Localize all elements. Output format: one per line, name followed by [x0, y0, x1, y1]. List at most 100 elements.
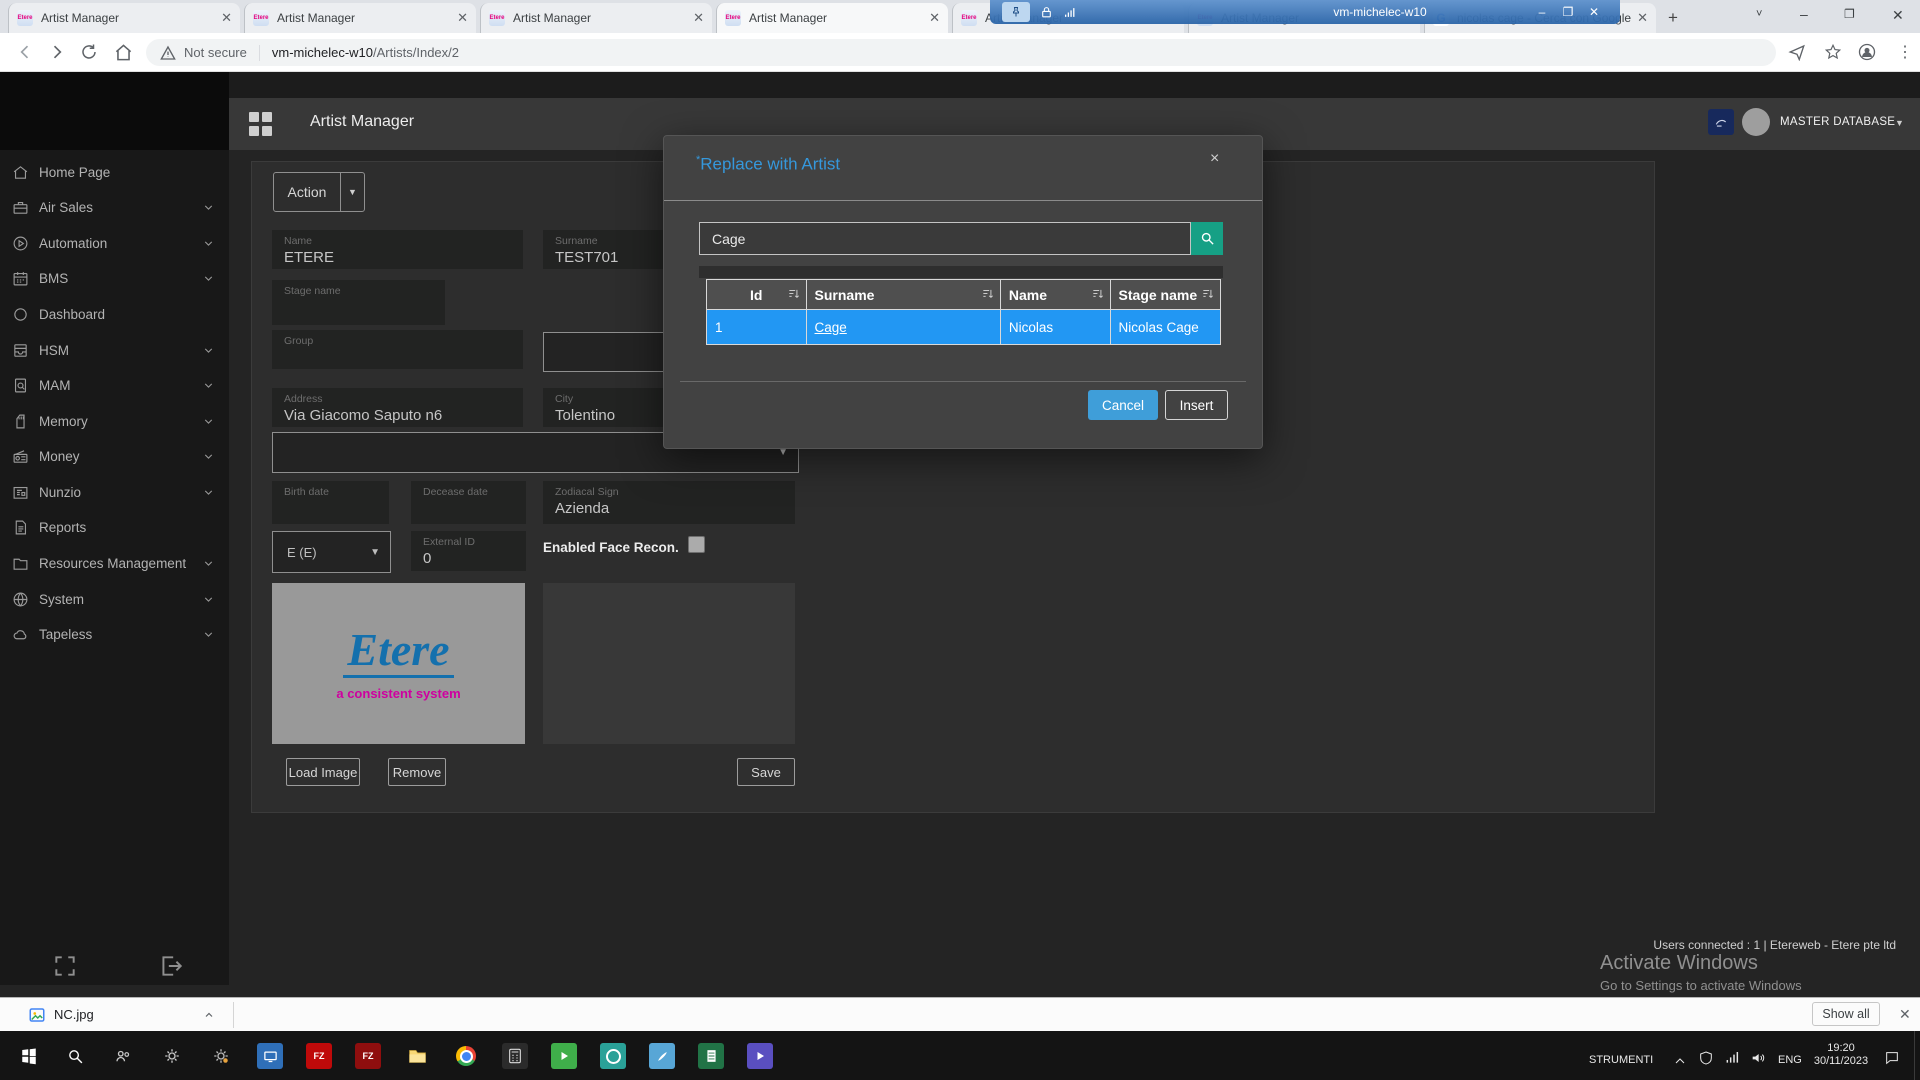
column-header-surname[interactable]: Surname — [806, 280, 1000, 310]
letter-select[interactable]: E (E) ▼ — [272, 531, 391, 573]
database-selector-label[interactable]: MASTER DATABASE — [1780, 116, 1895, 128]
profile-avatar-icon[interactable] — [1856, 41, 1878, 63]
taskbar-people-icon[interactable] — [110, 1043, 136, 1069]
tab-close-icon[interactable]: ✕ — [929, 10, 940, 26]
search-button[interactable] — [1191, 222, 1223, 255]
group-field[interactable]: Group — [272, 330, 523, 369]
url-host[interactable]: vm-michelec-w10 — [272, 45, 373, 60]
action-button-label[interactable]: Action — [274, 173, 340, 211]
sidebar-item-home-page[interactable]: Home Page — [0, 157, 229, 187]
load-image-button[interactable]: Load Image — [286, 758, 360, 786]
send-to-device-icon[interactable] — [1786, 41, 1808, 63]
tray-language-label[interactable]: ENG — [1778, 1054, 1802, 1066]
forward-button[interactable] — [46, 41, 68, 63]
tray-shield-icon[interactable] — [1698, 1050, 1714, 1066]
tab-close-icon[interactable]: ✕ — [457, 10, 468, 26]
browser-tab-2[interactable]: Etere Artist Manager ✕ — [244, 3, 476, 33]
tab-search-chevron-icon[interactable]: ˅ — [1756, 8, 1762, 20]
artist-search-input[interactable]: Cage — [699, 222, 1191, 255]
taskbar-app-teal-icon[interactable] — [600, 1043, 626, 1069]
taskbar-calculator-icon[interactable] — [502, 1043, 528, 1069]
taskbar-file-explorer-icon[interactable] — [404, 1043, 430, 1069]
external-id-field[interactable]: External ID 0 — [411, 531, 526, 571]
browser-tab-4-active[interactable]: Etere Artist Manager ✕ — [716, 3, 948, 33]
dialog-close-icon[interactable]: × — [1210, 150, 1219, 168]
tab-close-icon[interactable]: ✕ — [1637, 10, 1648, 26]
taskbar-settings-icon[interactable] — [159, 1043, 185, 1069]
home-button[interactable] — [112, 41, 134, 63]
sidebar-item-dashboard[interactable]: Dashboard — [0, 299, 229, 329]
app-grid-icon[interactable] — [249, 112, 273, 136]
etereweb-app-icon[interactable] — [1708, 109, 1734, 135]
column-header-stage-name[interactable]: Stage name — [1110, 280, 1220, 310]
tray-toolbar-label[interactable]: STRUMENTI — [1589, 1054, 1653, 1066]
taskbar-filezilla-icon[interactable]: FZ — [306, 1043, 332, 1069]
table-row-selected[interactable]: 1 Cage Nicolas Nicolas Cage — [707, 310, 1221, 345]
action-dropdown-arrow[interactable]: ▼ — [340, 173, 364, 211]
taskbar-app-blue-icon[interactable] — [649, 1043, 675, 1069]
security-label[interactable]: Not secure — [184, 45, 247, 60]
sidebar-item-money[interactable]: Money — [0, 441, 229, 471]
taskbar-search-icon[interactable] — [62, 1043, 88, 1069]
action-center-icon[interactable] — [1884, 1050, 1900, 1066]
secondary-image-placeholder[interactable] — [543, 583, 795, 744]
shelf-close-icon[interactable]: ✕ — [1899, 1006, 1911, 1023]
window-minimize-button[interactable]: – — [1800, 6, 1808, 22]
sidebar-item-air-sales[interactable]: Air Sales — [0, 192, 229, 222]
insert-button[interactable]: Insert — [1165, 390, 1228, 420]
user-avatar[interactable] — [1742, 108, 1770, 136]
zodiacal-sign-field[interactable]: Zodiacal Sign Azienda — [543, 481, 795, 524]
tab-close-icon[interactable]: ✕ — [693, 10, 704, 26]
tray-chevron-up-icon[interactable] — [1672, 1053, 1688, 1069]
tray-volume-icon[interactable] — [1750, 1050, 1766, 1066]
name-field[interactable]: Name ETERE — [272, 230, 523, 269]
logout-icon[interactable] — [158, 953, 184, 979]
rdp-close-button[interactable]: ✕ — [1582, 0, 1606, 24]
action-split-button[interactable]: Action ▼ — [273, 172, 365, 212]
sidebar-item-bms[interactable]: BMS — [0, 263, 229, 293]
browser-menu-kebab-icon[interactable]: ⋮ — [1894, 41, 1916, 63]
rdp-restore-button[interactable]: ❐ — [1556, 0, 1580, 24]
window-close-button[interactable]: ✕ — [1892, 7, 1904, 24]
column-header-id[interactable]: Id — [707, 280, 807, 310]
surname-link[interactable]: Cage — [815, 320, 847, 335]
refresh-button[interactable] — [78, 41, 100, 63]
new-tab-button[interactable]: + — [1668, 8, 1678, 28]
sidebar-item-nunzio[interactable]: Nunzio — [0, 477, 229, 507]
address-bar[interactable]: Not secure vm-michelec-w10 /Artists/Inde… — [146, 39, 1776, 66]
taskbar-services-icon[interactable] — [208, 1043, 234, 1069]
window-restore-button[interactable]: ❐ — [1844, 7, 1855, 21]
brand-logo-block[interactable]: Etere a consistent system — [0, 72, 229, 150]
save-button[interactable]: Save — [737, 758, 795, 786]
download-filename[interactable]: NC.jpg — [54, 1007, 94, 1022]
browser-tab-3[interactable]: Etere Artist Manager ✕ — [480, 3, 712, 33]
sidebar-item-memory[interactable]: Memory — [0, 406, 229, 436]
birth-date-field[interactable]: Birth date — [272, 481, 389, 524]
tab-close-icon[interactable]: ✕ — [221, 10, 232, 26]
taskbar-remote-desktop-icon[interactable] — [257, 1043, 283, 1069]
sidebar-item-reports[interactable]: Reports — [0, 512, 229, 542]
artist-image[interactable]: Etere a consistent system — [272, 583, 525, 744]
cell-surname[interactable]: Cage — [806, 310, 1000, 345]
show-all-downloads-button[interactable]: Show all — [1812, 1002, 1880, 1026]
tray-network-icon[interactable] — [1724, 1050, 1740, 1066]
sidebar-item-mam[interactable]: MAM — [0, 370, 229, 400]
tray-clock[interactable]: 19:20 30/11/2023 — [1806, 1042, 1876, 1068]
start-button[interactable] — [16, 1043, 42, 1069]
download-expand-chevron-icon[interactable] — [202, 1009, 216, 1021]
stage-name-field[interactable]: Stage name — [272, 280, 445, 325]
back-button[interactable] — [14, 41, 36, 63]
rdp-pin-button[interactable] — [1002, 2, 1030, 22]
taskbar-app-spreadsheet-icon[interactable] — [698, 1043, 724, 1069]
taskbar-app-green-icon[interactable] — [551, 1043, 577, 1069]
taskbar-filezilla-server-icon[interactable]: FZ — [355, 1043, 381, 1069]
taskbar-media-player-icon[interactable] — [747, 1043, 773, 1069]
rdp-minimize-button[interactable]: – — [1530, 0, 1554, 24]
decease-date-field[interactable]: Decease date — [411, 481, 526, 524]
sidebar-item-automation[interactable]: Automation — [0, 228, 229, 258]
sidebar-item-hsm[interactable]: HSM — [0, 335, 229, 365]
show-desktop-divider[interactable] — [1914, 1031, 1915, 1080]
fullscreen-toggle-icon[interactable] — [52, 953, 78, 979]
face-recon-checkbox[interactable] — [688, 536, 705, 553]
bookmark-star-icon[interactable] — [1822, 41, 1844, 63]
